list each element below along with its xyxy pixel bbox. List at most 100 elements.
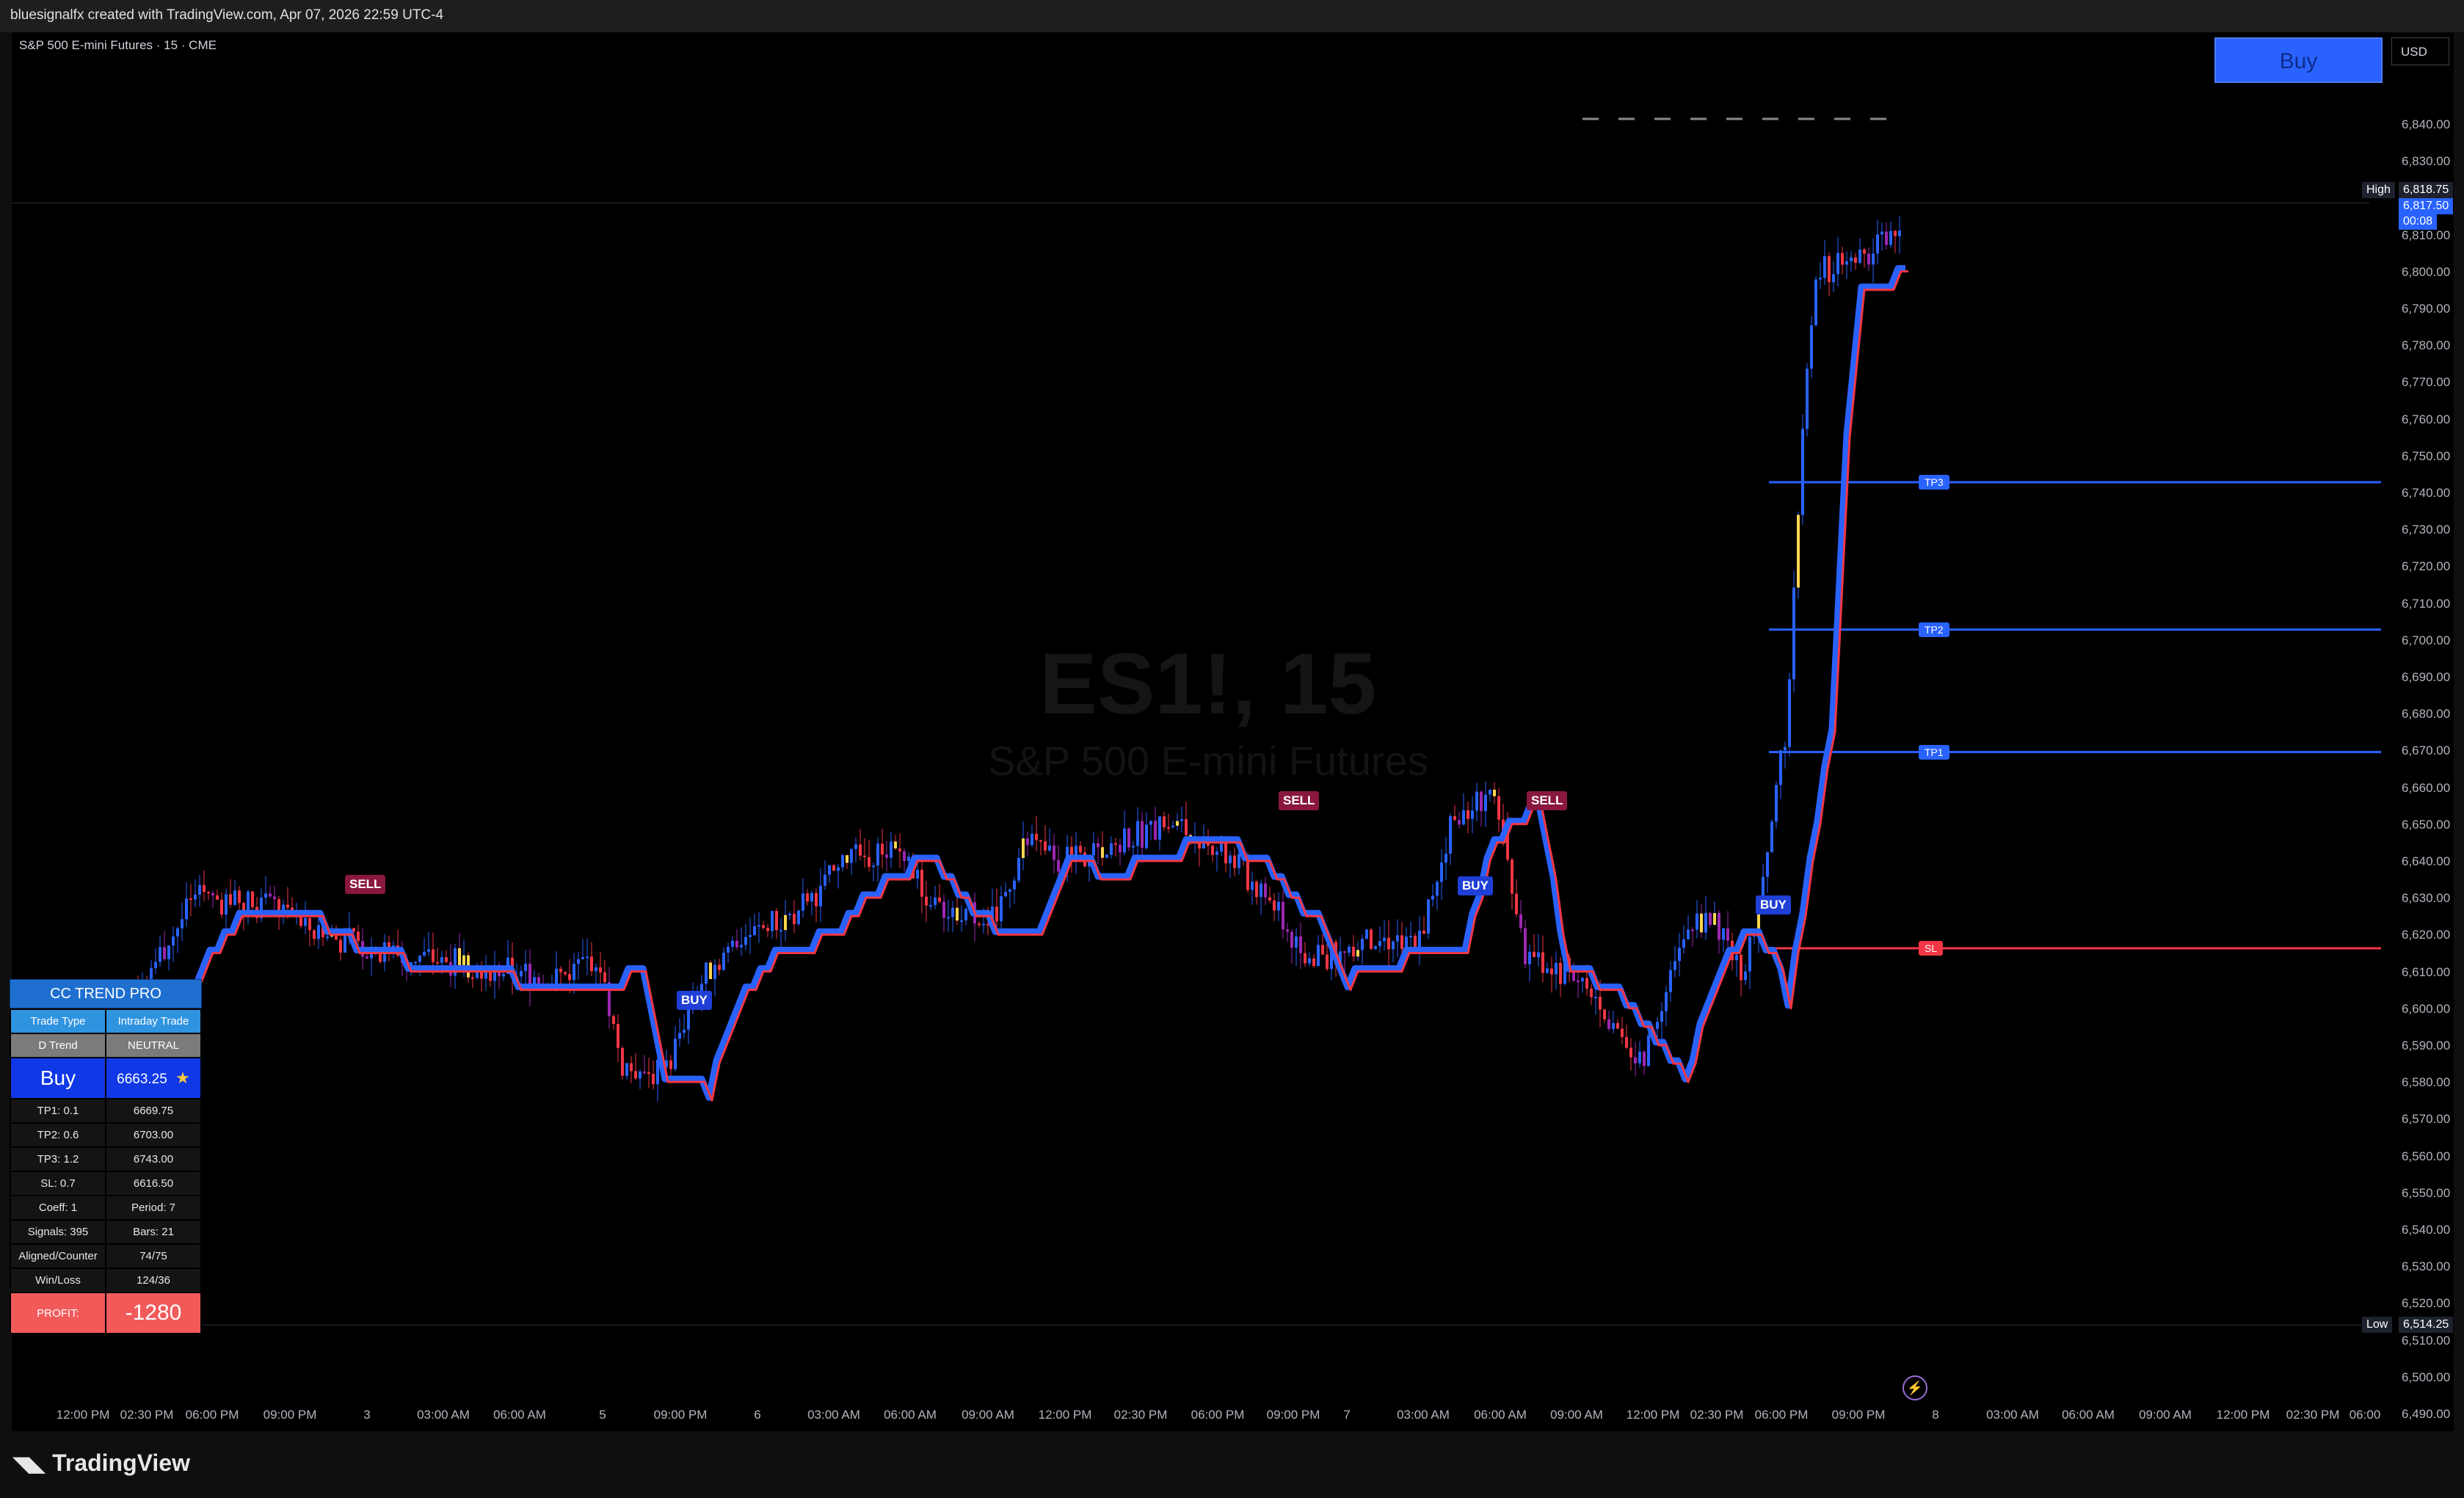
- price-tick-label: 6,660.00: [2402, 780, 2451, 795]
- candle-body: [1898, 230, 1901, 236]
- candle-body: [1467, 810, 1469, 819]
- candle-body: [436, 961, 439, 964]
- time-tick-label: 02:30 PM: [1690, 1408, 1744, 1422]
- candle-body: [995, 906, 998, 922]
- candle-body: [964, 909, 967, 920]
- candle-body: [647, 1072, 650, 1075]
- candle-body: [885, 854, 888, 858]
- candle-body: [735, 940, 738, 948]
- candle-body: [1167, 827, 1170, 829]
- candle-body: [1238, 854, 1240, 868]
- candle-body: [1070, 846, 1073, 857]
- candle-body: [793, 913, 796, 925]
- candle-body: [1458, 820, 1461, 825]
- candle-body: [1449, 816, 1452, 854]
- candle-body: [863, 855, 866, 857]
- candle-body: [1317, 945, 1320, 967]
- candle-body: [753, 926, 756, 935]
- price-tick-label: 6,690.00: [2402, 670, 2451, 684]
- lightning-icon[interactable]: ⚡: [1902, 1375, 1927, 1400]
- time-tick-label: 8: [1932, 1408, 1939, 1422]
- price-scale[interactable]: 6,840.00 6,830.00 6,810.00 6,800.00 6,790.00…: [2362, 32, 2454, 1431]
- candle-body: [1031, 833, 1033, 846]
- panel-profit-value: -1280: [105, 1292, 202, 1334]
- candle-body: [194, 894, 197, 900]
- candle-body: [1176, 821, 1179, 826]
- price-tick-label: 6,630.00: [2402, 891, 2451, 906]
- panel-cell: TP1: 0.1: [10, 1098, 106, 1124]
- candle-body: [317, 925, 320, 939]
- time-tick-label: 12:00 PM: [1038, 1408, 1092, 1422]
- chart-pane[interactable]: S&P 500 E-mini Futures · 15 · CME ES1!, …: [12, 32, 2454, 1431]
- candle-body: [480, 971, 483, 979]
- candle-body: [1440, 862, 1443, 882]
- candle-body: [824, 874, 826, 886]
- candle-body: [1383, 937, 1386, 942]
- candle-body: [1775, 785, 1778, 822]
- candle-body: [1185, 819, 1188, 835]
- tradingview-logo[interactable]: ◥◣ TradingView: [13, 1450, 190, 1477]
- candle-body: [203, 884, 206, 892]
- candle-body: [1471, 810, 1474, 819]
- cc-trend-pro-panel: CC TREND PRO Trade Type Intraday Trade D …: [10, 979, 202, 1334]
- time-tick-label: 12:00 PM: [2216, 1408, 2270, 1422]
- candle-body: [1607, 1019, 1610, 1029]
- price-tick-label: 6,610.00: [2402, 964, 2451, 979]
- candle-body: [1273, 900, 1276, 911]
- candle-body: [740, 945, 743, 948]
- candle-body: [1149, 821, 1152, 825]
- price-tick-label: 6,780.00: [2402, 338, 2451, 353]
- candle-body: [625, 1063, 628, 1076]
- candle-body: [1766, 852, 1769, 877]
- candle-body: [1444, 854, 1447, 863]
- candle-body: [304, 917, 307, 926]
- candle-body: [1889, 230, 1892, 245]
- low-label: Low: [2362, 1317, 2393, 1334]
- candle-body: [159, 947, 161, 962]
- candle-body: [1119, 844, 1122, 853]
- candle-body: [621, 1047, 624, 1076]
- candle-body: [1264, 883, 1267, 898]
- candle-body: [942, 901, 945, 918]
- candle-body: [238, 890, 241, 903]
- candle-body: [1643, 1051, 1646, 1066]
- candle-body: [189, 898, 192, 901]
- candle-body: [1590, 988, 1593, 997]
- candle-body: [471, 977, 474, 979]
- candle-body: [1788, 679, 1791, 747]
- price-tick-label: 6,760.00: [2402, 412, 2451, 426]
- candle-body: [1559, 962, 1562, 984]
- candle-body: [427, 949, 430, 952]
- time-tick-label: 06:00 AM: [493, 1408, 546, 1422]
- candle-body: [1282, 901, 1284, 930]
- price-tick-label: 6,550.00: [2402, 1185, 2451, 1200]
- candle-body: [1770, 821, 1773, 853]
- high-value: 6,818.75: [2399, 181, 2454, 198]
- price-tick-label: 6,750.00: [2402, 448, 2451, 463]
- price-tick-label: 6,830.00: [2402, 154, 2451, 169]
- candle-body: [1858, 250, 1861, 263]
- high-label: High: [2362, 181, 2395, 198]
- candle-body: [1277, 901, 1280, 911]
- candle-body: [1854, 257, 1857, 263]
- candle-body: [890, 841, 893, 858]
- panel-cell: 124/36: [105, 1268, 202, 1293]
- candle-body: [220, 899, 223, 915]
- candle-body: [432, 949, 435, 962]
- time-scale[interactable]: 12:00 PM 02:30 PM 06:00 PM 09:00 PM 3 03:00 A…: [12, 1397, 2381, 1431]
- price-plot[interactable]: [12, 32, 2454, 1431]
- candle-body: [251, 891, 254, 907]
- candle-body: [916, 869, 919, 879]
- candle-body: [1696, 913, 1698, 930]
- sell-signal-label: SELL: [1279, 791, 1320, 810]
- candle-body: [1097, 843, 1100, 848]
- candle-body: [630, 1063, 633, 1072]
- candle-body: [1828, 255, 1831, 283]
- price-tick-label: 6,670.00: [2402, 743, 2451, 758]
- candle-body: [1726, 928, 1729, 941]
- candle-body: [797, 910, 800, 925]
- buy-button[interactable]: Buy: [2214, 37, 2383, 83]
- candle-body: [1797, 515, 1800, 588]
- candle-body: [612, 1016, 615, 1025]
- candle-body: [1145, 824, 1148, 848]
